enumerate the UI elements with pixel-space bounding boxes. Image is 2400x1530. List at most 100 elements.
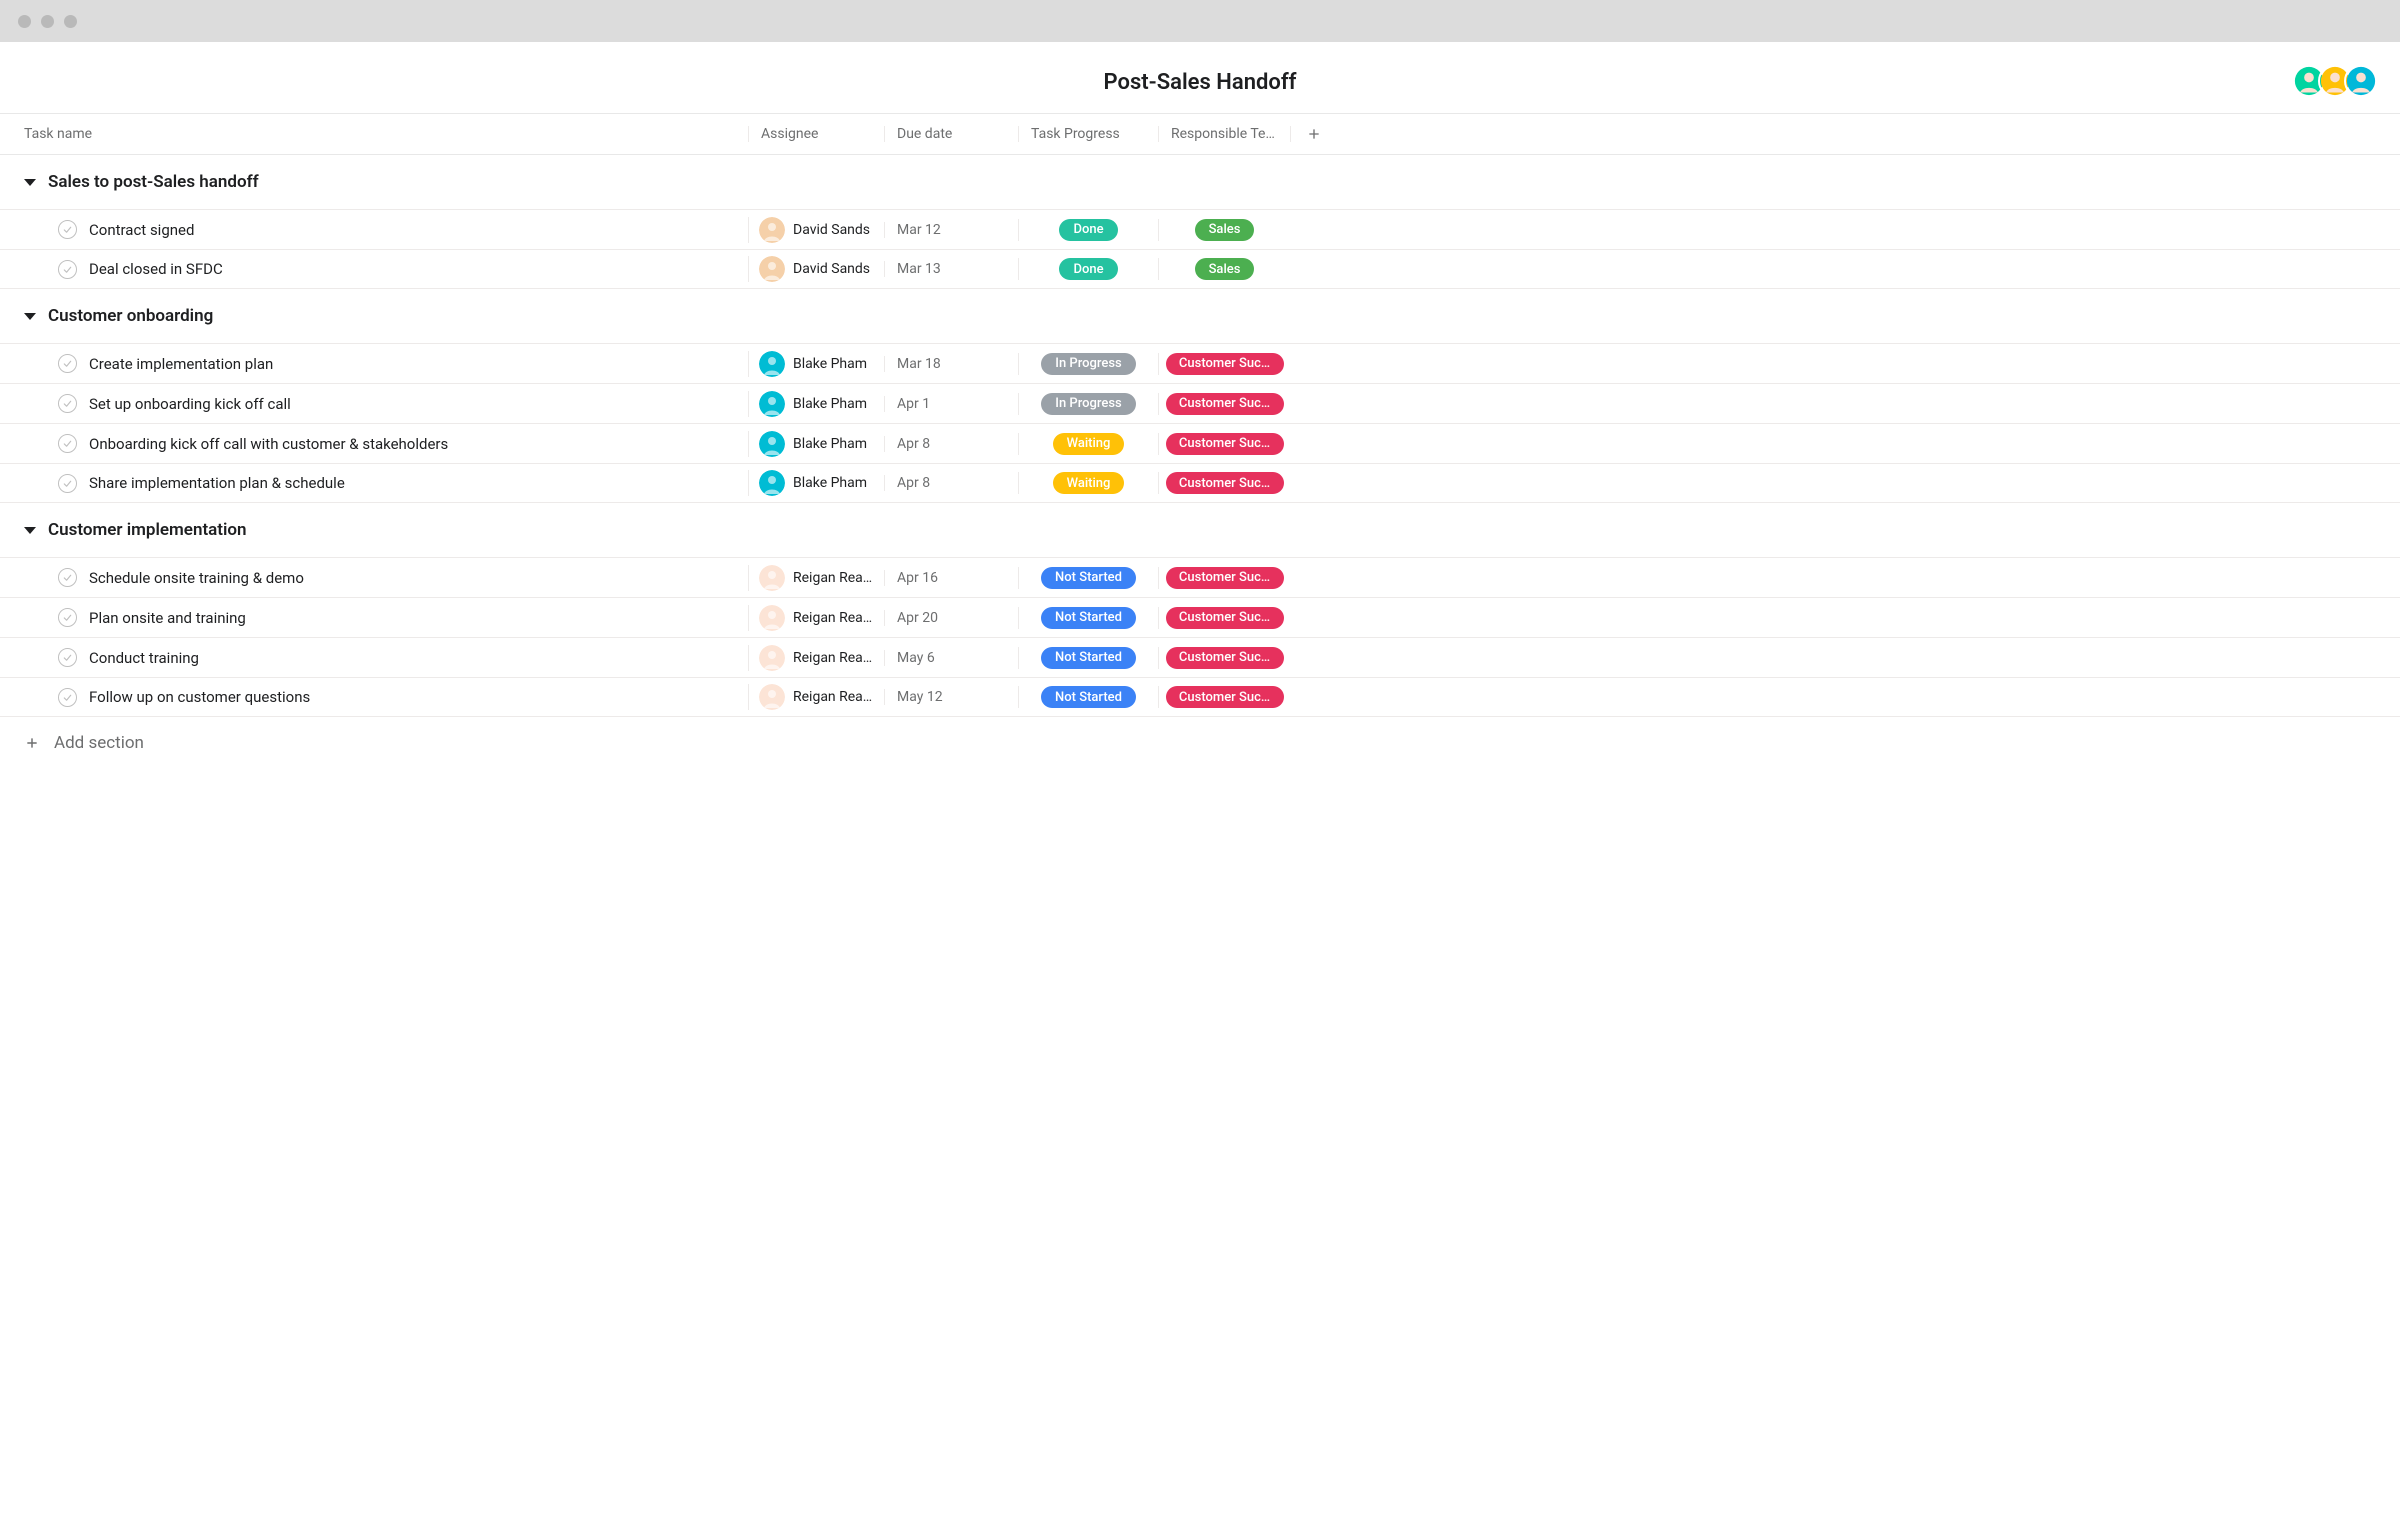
team-cell[interactable]: Customer Suc… xyxy=(1158,686,1290,708)
complete-task-checkbox[interactable] xyxy=(58,608,77,627)
task-row[interactable]: Schedule onsite training & demo Reigan R… xyxy=(0,557,2400,597)
progress-cell[interactable]: Done xyxy=(1018,258,1158,280)
progress-cell[interactable]: Not Started xyxy=(1018,567,1158,589)
progress-cell[interactable]: Waiting xyxy=(1018,433,1158,455)
due-date-cell[interactable]: Apr 8 xyxy=(884,436,1018,452)
task-row[interactable]: Onboarding kick off call with customer &… xyxy=(0,423,2400,463)
due-date-cell[interactable]: Mar 18 xyxy=(884,356,1018,372)
task-row[interactable]: Contract signed David Sands Mar 12 Done … xyxy=(0,209,2400,249)
team-pill: Sales xyxy=(1195,219,1255,241)
column-task-name[interactable]: Task name xyxy=(0,126,748,142)
complete-task-checkbox[interactable] xyxy=(58,474,77,493)
progress-cell[interactable]: Not Started xyxy=(1018,607,1158,629)
due-date-text: Apr 20 xyxy=(897,610,938,626)
task-row[interactable]: Share implementation plan & schedule Bla… xyxy=(0,463,2400,503)
add-section-button[interactable]: Add section xyxy=(0,717,2400,753)
due-date-cell[interactable]: Apr 1 xyxy=(884,396,1018,412)
add-section-label: Add section xyxy=(54,733,144,753)
team-cell[interactable]: Customer Suc… xyxy=(1158,607,1290,629)
page-title: Post-Sales Handoff xyxy=(1104,70,1297,95)
complete-task-checkbox[interactable] xyxy=(58,434,77,453)
assignee-cell[interactable]: Blake Pham xyxy=(748,470,884,496)
assignee-name: David Sands xyxy=(793,222,870,238)
complete-task-checkbox[interactable] xyxy=(58,568,77,587)
assignee-avatar xyxy=(759,470,785,496)
complete-task-checkbox[interactable] xyxy=(58,220,77,239)
chevron-down-icon xyxy=(24,313,36,320)
add-column-button[interactable] xyxy=(1290,126,1336,142)
task-row[interactable]: Create implementation plan Blake Pham Ma… xyxy=(0,343,2400,383)
due-date-cell[interactable]: Apr 16 xyxy=(884,570,1018,586)
column-due-date[interactable]: Due date xyxy=(884,126,1018,142)
due-date-text: Apr 8 xyxy=(897,436,930,452)
collaborator-avatar[interactable] xyxy=(2344,64,2378,98)
progress-cell[interactable]: Done xyxy=(1018,219,1158,241)
traffic-light-minimize[interactable] xyxy=(41,15,54,28)
due-date-cell[interactable]: May 12 xyxy=(884,689,1018,705)
assignee-cell[interactable]: Blake Pham xyxy=(748,431,884,457)
due-date-cell[interactable]: Apr 8 xyxy=(884,475,1018,491)
section-header[interactable]: Sales to post-Sales handoff xyxy=(0,155,2400,209)
team-pill: Customer Suc… xyxy=(1166,393,1284,415)
team-cell[interactable]: Sales xyxy=(1158,219,1290,241)
progress-pill: Not Started xyxy=(1041,686,1136,708)
complete-task-checkbox[interactable] xyxy=(58,688,77,707)
progress-cell[interactable]: In Progress xyxy=(1018,353,1158,375)
team-cell[interactable]: Customer Suc… xyxy=(1158,647,1290,669)
task-row[interactable]: Follow up on customer questions Reigan R… xyxy=(0,677,2400,717)
due-date-cell[interactable]: Mar 12 xyxy=(884,222,1018,238)
progress-cell[interactable]: Not Started xyxy=(1018,647,1158,669)
assignee-name: Blake Pham xyxy=(793,356,867,372)
progress-cell[interactable]: Not Started xyxy=(1018,686,1158,708)
task-row[interactable]: Deal closed in SFDC David Sands Mar 13 D… xyxy=(0,249,2400,289)
assignee-cell[interactable]: David Sands xyxy=(748,256,884,282)
complete-task-checkbox[interactable] xyxy=(58,394,77,413)
assignee-name: Blake Pham xyxy=(793,475,867,491)
column-responsible-team[interactable]: Responsible Te… xyxy=(1158,126,1290,142)
column-task-progress[interactable]: Task Progress xyxy=(1018,126,1158,142)
task-row[interactable]: Conduct training Reigan Rea… May 6 Not S… xyxy=(0,637,2400,677)
progress-cell[interactable]: Waiting xyxy=(1018,472,1158,494)
team-cell[interactable]: Customer Suc… xyxy=(1158,567,1290,589)
section-header[interactable]: Customer onboarding xyxy=(0,289,2400,343)
complete-task-checkbox[interactable] xyxy=(58,354,77,373)
progress-pill: Waiting xyxy=(1053,433,1125,455)
complete-task-checkbox[interactable] xyxy=(58,260,77,279)
team-cell[interactable]: Customer Suc… xyxy=(1158,472,1290,494)
task-name: Schedule onsite training & demo xyxy=(89,569,304,587)
assignee-avatar xyxy=(759,391,785,417)
team-cell[interactable]: Customer Suc… xyxy=(1158,353,1290,375)
collaborator-avatars[interactable] xyxy=(2300,64,2378,98)
complete-task-checkbox[interactable] xyxy=(58,648,77,667)
assignee-cell[interactable]: Blake Pham xyxy=(748,351,884,377)
assignee-cell[interactable]: Reigan Rea… xyxy=(748,645,884,671)
team-cell[interactable]: Sales xyxy=(1158,258,1290,280)
traffic-light-zoom[interactable] xyxy=(64,15,77,28)
due-date-text: Apr 8 xyxy=(897,475,930,491)
due-date-cell[interactable]: May 6 xyxy=(884,650,1018,666)
traffic-light-close[interactable] xyxy=(18,15,31,28)
team-pill: Customer Suc… xyxy=(1166,353,1284,375)
assignee-cell[interactable]: Reigan Rea… xyxy=(748,684,884,710)
team-cell[interactable]: Customer Suc… xyxy=(1158,393,1290,415)
assignee-avatar xyxy=(759,217,785,243)
assignee-cell[interactable]: David Sands xyxy=(748,217,884,243)
column-assignee[interactable]: Assignee xyxy=(748,126,884,142)
progress-cell[interactable]: In Progress xyxy=(1018,393,1158,415)
task-name: Follow up on customer questions xyxy=(89,688,310,706)
window-chrome xyxy=(0,0,2400,42)
section-title: Sales to post-Sales handoff xyxy=(48,172,259,192)
assignee-cell[interactable]: Reigan Rea… xyxy=(748,605,884,631)
section-header[interactable]: Customer implementation xyxy=(0,503,2400,557)
assignee-cell[interactable]: Reigan Rea… xyxy=(748,565,884,591)
team-pill: Customer Suc… xyxy=(1166,647,1284,669)
task-row[interactable]: Set up onboarding kick off call Blake Ph… xyxy=(0,383,2400,423)
assignee-name: Blake Pham xyxy=(793,436,867,452)
team-cell[interactable]: Customer Suc… xyxy=(1158,433,1290,455)
assignee-cell[interactable]: Blake Pham xyxy=(748,391,884,417)
header-bar: Post-Sales Handoff xyxy=(0,42,2400,113)
due-date-cell[interactable]: Apr 20 xyxy=(884,610,1018,626)
due-date-text: May 6 xyxy=(897,650,935,666)
task-row[interactable]: Plan onsite and training Reigan Rea… Apr… xyxy=(0,597,2400,637)
due-date-cell[interactable]: Mar 13 xyxy=(884,261,1018,277)
